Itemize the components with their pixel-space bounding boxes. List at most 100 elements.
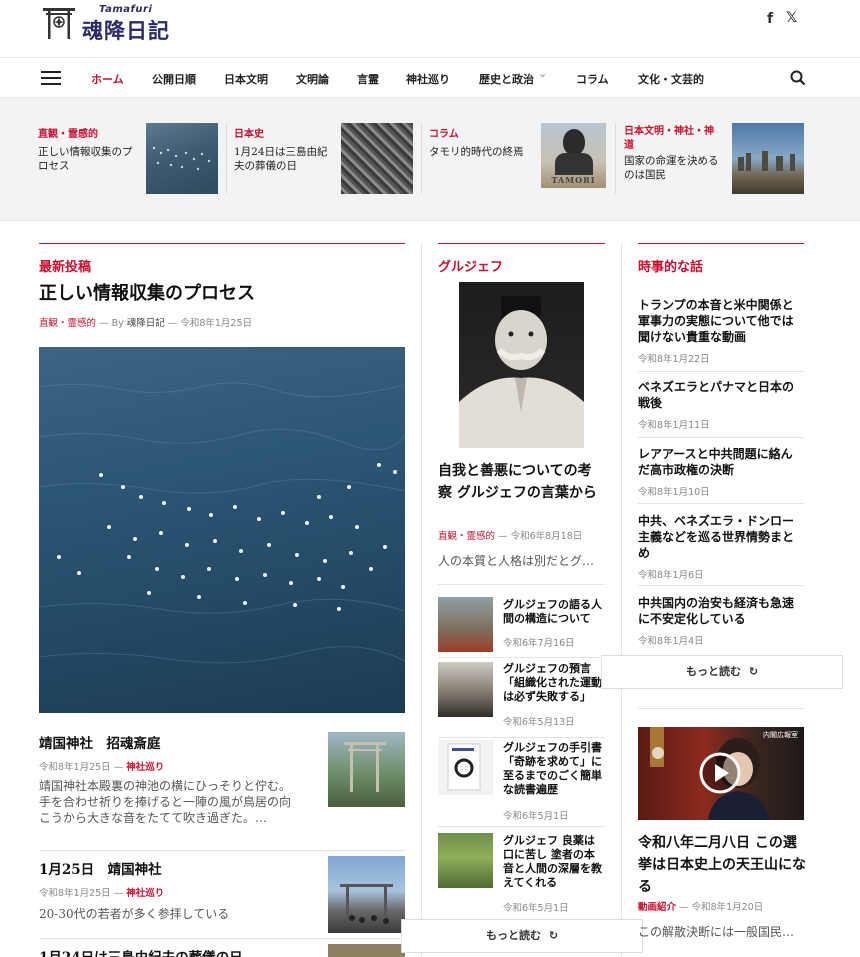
nav-item-culture-literature[interactable]: 文化・文芸的 <box>638 71 704 87</box>
featured-category[interactable]: 日本史 <box>234 125 334 140</box>
post-category[interactable]: 神社巡り <box>126 762 164 773</box>
featured-title[interactable]: 1月24日は三島由紀夫の葬儀の日 <box>234 145 332 173</box>
featured-image-tamori[interactable]: TAMORI <box>541 123 606 188</box>
meta-separator: — <box>498 531 508 542</box>
video-thumbnail[interactable]: 内閣広報室 <box>638 727 804 820</box>
lead-post-meta: 直観・霊感的 — By 魂降日記 — 令和8年1月25日 <box>39 315 252 329</box>
list-item-title[interactable]: 1月25日 靖国神社 <box>39 858 299 878</box>
lead-post-title[interactable]: 正しい情報収集のプロセス <box>39 283 405 305</box>
chevron-down-icon[interactable]: ⌄ <box>538 67 547 80</box>
nav-item-japanese-civilization[interactable]: 日本文明 <box>224 71 268 87</box>
play-icon <box>652 747 664 759</box>
list-item-title[interactable]: グルジェフの預言「組織化された運動は必ず失敗する」 <box>503 662 605 704</box>
featured-image-city[interactable] <box>732 123 804 194</box>
byline-prefix: — By <box>99 318 124 329</box>
site-logo[interactable]: Tamafuri 魂降日記 <box>42 4 182 44</box>
video-post-title[interactable]: 令和八年二月八日 この選挙は日本史上の天王山になる <box>638 832 806 898</box>
section-title: 最新投稿 <box>39 260 92 275</box>
load-more-button-current-topics[interactable]: もっと読む ↻ <box>601 655 843 689</box>
post-date: 令和8年1月10日 <box>638 487 710 498</box>
featured-category[interactable]: 日本文明・神社・神道 <box>624 125 720 153</box>
post-category[interactable]: 直観・霊感的 <box>39 318 96 329</box>
lead-post-image[interactable] <box>39 347 405 713</box>
current-topics-header: 時事的な話 <box>638 243 804 275</box>
featured-image-sea[interactable] <box>146 123 218 194</box>
meta-separator: — <box>113 888 124 899</box>
middle-lead-excerpt: 人の本質と人格は別だとグ… <box>438 554 595 568</box>
post-date: 令和8年1月25日 <box>180 318 253 329</box>
post-category[interactable]: 動画紹介 <box>638 902 676 913</box>
list-item-excerpt: 靖国神社本殿裏の神池の横にひっそりと佇む。手を合わせ祈りを捧げると一陣の風が鳥居… <box>39 779 292 825</box>
list-item-title[interactable]: グルジェフの語る人間の構造について <box>503 598 607 626</box>
post-date: 令和8年1月22日 <box>638 354 710 365</box>
list-item-thumbnail[interactable] <box>438 597 493 652</box>
nav-item-by-date[interactable]: 公開日順 <box>152 71 196 87</box>
list-item: ベネズエラとパナマと日本の戦後 令和8年1月11日 <box>638 379 804 431</box>
logo-subtitle: Tamafuri <box>99 4 153 15</box>
gurdjieff-portrait[interactable] <box>459 282 584 448</box>
post-date: 令和8年1月11日 <box>638 420 710 431</box>
x-twitter-icon[interactable]: 𝕏 <box>786 10 797 26</box>
section-title: グルジェフ <box>438 260 504 275</box>
search-icon[interactable] <box>790 70 806 86</box>
featured-strip: 直観・霊感的 正しい情報収集のプロセス 日本史 1月24日は三島由紀夫の葬儀の日… <box>0 98 860 221</box>
list-item: 中共国内の治安も経済も急速に不安定化している 令和8年1月4日 <box>638 595 804 647</box>
post-date: 令和6年5月1日 <box>503 811 569 822</box>
post-category[interactable]: 神社巡り <box>126 888 164 899</box>
nav-item-civilization-theory[interactable]: 文明論 <box>296 71 329 87</box>
list-item-thumbnail[interactable] <box>328 732 405 807</box>
video-post-meta: 動画紹介 — 令和8年1月20日 <box>638 899 763 913</box>
list-item: 中共、ベネズエラ・ドンロー主義などを巡る世界情勢まとめ 令和8年1月6日 <box>638 513 804 581</box>
section-title: 時事的な話 <box>638 260 704 275</box>
logo-title: 魂降日記 <box>82 18 170 43</box>
featured-item[interactable]: 日本文明・神社・神道 国家の命運を決めるのは国民 <box>624 125 724 182</box>
nav-item-home[interactable]: ホーム <box>91 71 124 87</box>
list-item-title[interactable]: グルジェフの手引書「奇跡を求めて」に至るまでのごく簡単な読書遍歴 <box>503 741 605 797</box>
featured-category[interactable]: コラム <box>429 125 539 140</box>
nav-item-shrine-tour[interactable]: 神社巡り <box>406 71 450 87</box>
list-item-title[interactable]: 中共国内の治安も経済も急速に不安定化している <box>638 595 804 627</box>
facebook-icon[interactable]: f <box>767 11 773 27</box>
nav-item-kotodama[interactable]: 言霊 <box>357 71 379 87</box>
meta-separator: — <box>113 762 124 773</box>
featured-title[interactable]: 国家の命運を決めるのは国民 <box>624 154 720 182</box>
post-date: 令和8年1月20日 <box>691 902 764 913</box>
post-date: 令和8年1月25日 <box>39 888 111 899</box>
menu-icon[interactable] <box>41 71 61 85</box>
featured-image-mishima[interactable] <box>341 123 413 194</box>
meta-separator: — <box>167 318 178 329</box>
video-badge: 内閣広報室 <box>763 731 798 739</box>
list-item-title[interactable]: 中共、ベネズエラ・ドンロー主義などを巡る世界情勢まとめ <box>638 513 804 561</box>
list-item-thumbnail[interactable] <box>328 944 405 957</box>
nav-item-column[interactable]: コラム <box>576 71 609 87</box>
list-item-title[interactable]: グルジェフ 良薬は口に苦し 塗者の本音と人間の深層を教えてくれる <box>503 834 605 890</box>
post-date: 令和6年5月13日 <box>503 717 575 728</box>
refresh-icon: ↻ <box>748 665 759 678</box>
featured-title[interactable]: タモリ的時代の終焉 <box>429 145 535 159</box>
post-category[interactable]: 直観・霊感的 <box>438 531 495 542</box>
tamori-image-text: TAMORI <box>551 175 596 185</box>
load-more-button-gurdjieff[interactable]: もっと読む ↻ <box>401 919 643 953</box>
list-item-title[interactable]: 1月24日は三島由紀夫の葬儀の日 <box>39 946 319 957</box>
list-item-title[interactable]: ベネズエラとパナマと日本の戦後 <box>638 379 804 411</box>
list-item-thumbnail[interactable] <box>438 740 493 795</box>
list-item-thumbnail[interactable] <box>438 833 493 888</box>
post-date: 令和6年7月16日 <box>503 638 575 649</box>
gurdjieff-header: グルジェフ <box>438 243 605 275</box>
video-post-excerpt: この解散決断には一般国民… <box>638 925 795 939</box>
list-item-title[interactable]: トランプの本音と米中関係と軍事力の実態について他では聞けない貴重な動画 <box>638 297 804 345</box>
list-item-thumbnail[interactable] <box>438 662 493 717</box>
middle-lead-title[interactable]: 自我と善悪についての考察 グルジェフの言葉から <box>438 460 605 504</box>
torii-logo-icon <box>43 8 75 39</box>
list-item: レアアースと中共問題に絡んだ高市政権の決断 令和8年1月10日 <box>638 446 804 498</box>
refresh-icon: ↻ <box>548 929 559 942</box>
featured-item[interactable]: 日本史 1月24日は三島由紀夫の葬儀の日 <box>234 125 334 173</box>
meta-separator: — <box>679 902 689 913</box>
nav-item-history-politics[interactable]: 歴史と政治 <box>479 71 534 87</box>
list-item-title[interactable]: 靖国神社 招魂斎庭 <box>39 732 299 752</box>
featured-title[interactable]: 正しい情報収集のプロセス <box>38 145 136 173</box>
featured-item[interactable]: コラム タモリ的時代の終焉 <box>429 125 539 159</box>
list-item-title[interactable]: レアアースと中共問題に絡んだ高市政権の決断 <box>638 446 804 478</box>
list-item-thumbnail[interactable] <box>328 856 405 933</box>
post-author[interactable]: 魂降日記 <box>127 318 165 329</box>
